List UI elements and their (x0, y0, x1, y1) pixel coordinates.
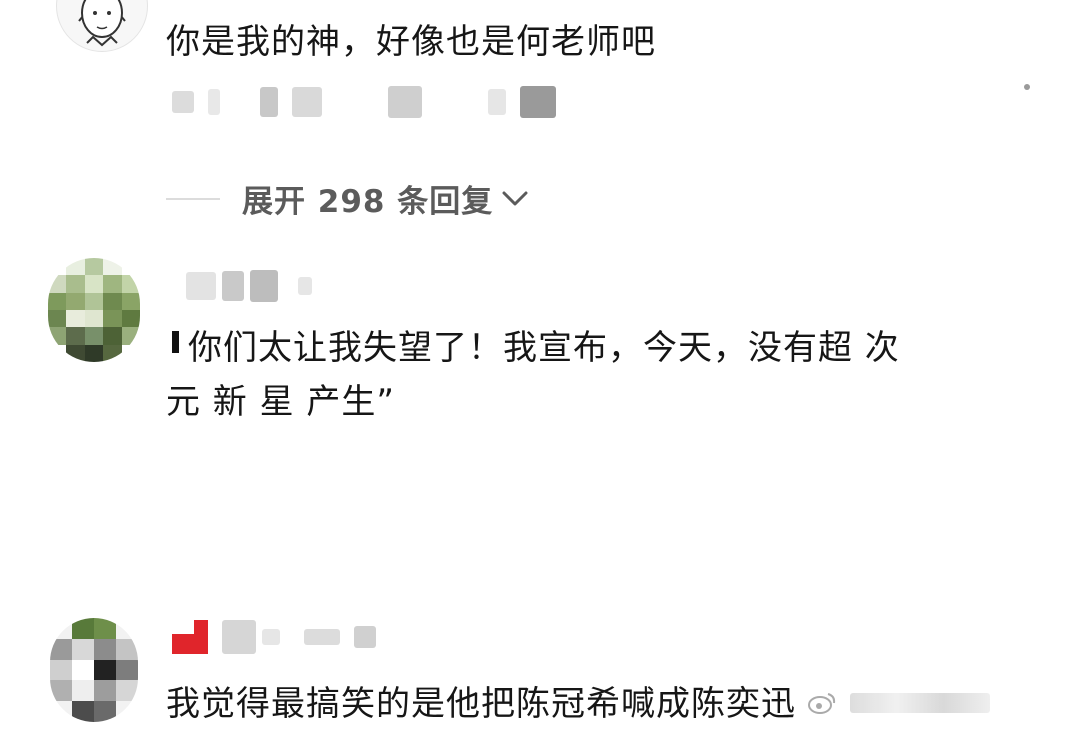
blurred-block (304, 629, 340, 645)
blurred-block (222, 271, 244, 301)
blurred-block (186, 272, 216, 300)
username-blurred (186, 270, 326, 302)
blurred-block (250, 270, 278, 302)
chevron-down-icon (502, 191, 528, 205)
blurred-block (260, 87, 278, 117)
sketch-face-icon (78, 0, 126, 47)
expand-replies-label: 展开 298 条回复 (242, 184, 494, 220)
watermark-blurred-text (850, 693, 990, 713)
blurred-block (262, 629, 280, 645)
comment-meta-blurred (172, 86, 570, 118)
comment-text-line1: 你们太让我失望了！我宣布，今天，没有超 次 (188, 328, 900, 368)
blurred-block (298, 277, 312, 295)
more-options-icon[interactable] (1024, 84, 1030, 90)
blurred-block (520, 86, 556, 118)
watermark (808, 692, 990, 714)
user-avatar[interactable] (56, 0, 148, 52)
weibo-logo-icon (808, 693, 836, 714)
blurred-block (208, 89, 220, 115)
blurred-block (222, 620, 256, 654)
blurred-block (354, 626, 376, 648)
divider-line (166, 197, 220, 200)
badge-icon (172, 620, 208, 654)
username-blurred (172, 620, 390, 654)
blurred-block (172, 91, 194, 113)
blurred-block (388, 86, 422, 118)
user-avatar[interactable] (48, 258, 140, 362)
comment-feed: 你是我的神，好像也是何老师吧 展开 298 条回复 你们太让我失望了！我宣布，今… (0, 0, 1080, 732)
blurred-block (292, 87, 322, 117)
comment-text-line2: 元 新 星 产生” (166, 382, 396, 422)
blurred-block (488, 89, 506, 115)
user-avatar[interactable] (50, 618, 138, 722)
comment-text: 你是我的神，好像也是何老师吧 (166, 22, 656, 62)
quote-mark (172, 331, 179, 353)
expand-replies-button[interactable]: 展开 298 条回复 (166, 176, 529, 221)
comment-text: 我觉得最搞笑的是他把陈冠希喊成陈奕迅 (166, 684, 796, 724)
